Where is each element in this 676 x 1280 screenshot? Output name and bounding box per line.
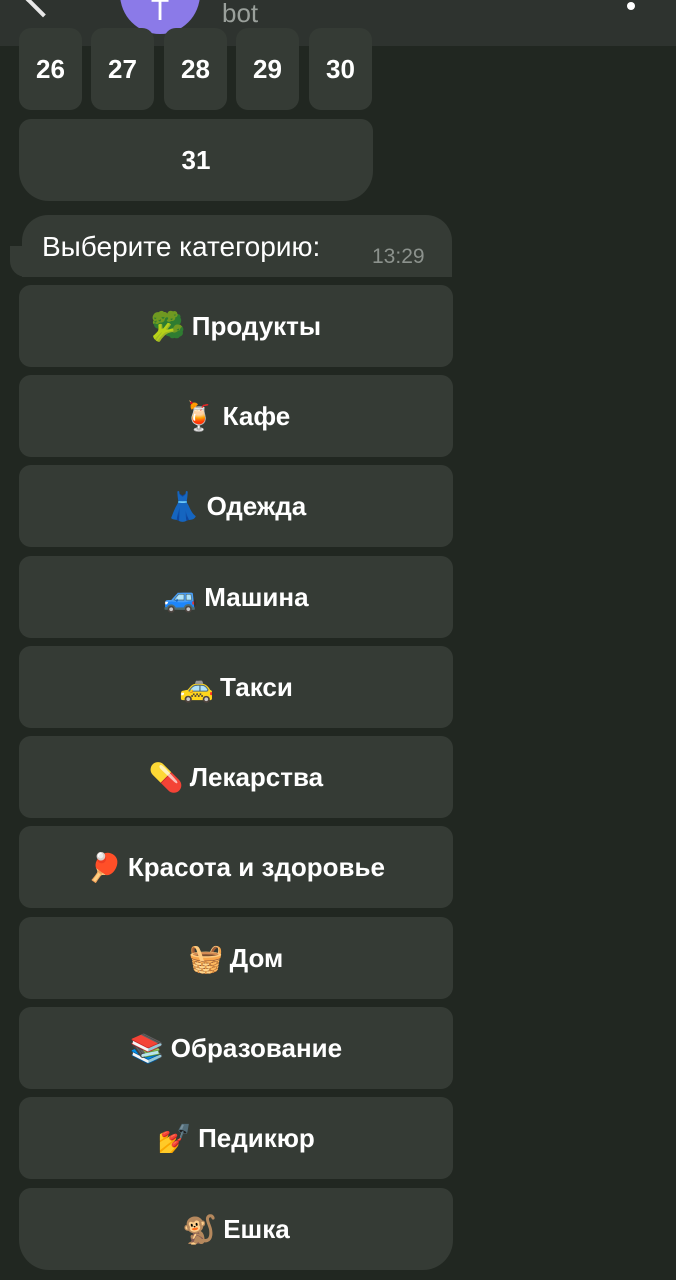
basket-icon: 🧺 <box>188 942 224 974</box>
category-label: Продукты <box>191 310 322 341</box>
books-icon: 📚 <box>129 1032 165 1064</box>
category-button-lekarstva[interactable]: 💊 Лекарства <box>19 736 453 818</box>
day-label: 31 <box>181 144 211 175</box>
category-button-obrazovanie[interactable]: 📚 Образование <box>19 1007 453 1089</box>
day-button-29[interactable]: 29 <box>236 28 299 110</box>
day-button-31[interactable]: 31 <box>19 119 373 201</box>
category-label: Такси <box>220 671 293 702</box>
day-label: 26 <box>36 53 65 84</box>
category-label: Образование <box>170 1032 343 1063</box>
day-button-26[interactable]: 26 <box>19 28 82 110</box>
category-label: Кафе <box>222 400 291 431</box>
day-button-27[interactable]: 27 <box>91 28 154 110</box>
category-button-pedikyur[interactable]: 💅 Педикюр <box>19 1097 453 1179</box>
back-arrow-icon[interactable] <box>24 0 62 18</box>
dress-icon: 👗 <box>165 490 201 522</box>
broccoli-icon: 🥦 <box>150 310 186 342</box>
chat-subtitle: bot <box>222 0 259 28</box>
message-time: 13:29 <box>372 245 425 268</box>
category-label: Лекарства <box>189 761 324 792</box>
category-button-eshka[interactable]: 🐒 Ешка <box>19 1188 453 1270</box>
category-button-krasota[interactable]: 🏓 Красота и здоровье <box>19 826 453 908</box>
day-label: 29 <box>253 53 282 84</box>
monkey-icon: 🐒 <box>182 1213 218 1245</box>
day-label: 27 <box>108 53 137 84</box>
day-button-30[interactable]: 30 <box>309 28 372 110</box>
taxi-icon: 🚕 <box>179 671 215 703</box>
category-button-produkty[interactable]: 🥦 Продукты <box>19 285 453 367</box>
car-icon: 🚙 <box>163 581 199 613</box>
category-label: Одежда <box>206 490 307 521</box>
ping-pong-icon: 🏓 <box>87 851 122 883</box>
category-button-dom[interactable]: 🧺 Дом <box>19 917 453 999</box>
category-label: Машина <box>204 581 309 612</box>
day-button-28[interactable]: 28 <box>164 28 227 110</box>
category-label: Дом <box>229 942 284 973</box>
category-button-odezhda[interactable]: 👗 Одежда <box>19 465 453 547</box>
avatar-letter: Т <box>150 0 170 27</box>
message-bubble: Выберите категорию: 13:29 <box>22 215 452 277</box>
day-label: 30 <box>326 53 355 84</box>
day-label: 28 <box>181 53 210 84</box>
category-label: Красота и здоровье <box>127 851 385 882</box>
more-menu-icon[interactable] <box>627 2 635 10</box>
message-text: Выберите категорию: <box>42 231 321 262</box>
category-button-kafe[interactable]: 🍹 Кафе <box>19 375 453 457</box>
category-button-taksi[interactable]: 🚕 Такси <box>19 646 453 728</box>
nail-polish-icon: 💅 <box>157 1122 193 1154</box>
pill-icon: 💊 <box>148 761 184 793</box>
tropical-drink-icon: 🍹 <box>181 400 217 432</box>
category-label: Педикюр <box>198 1122 315 1153</box>
category-button-mashina[interactable]: 🚙 Машина <box>19 556 453 638</box>
category-label: Ешка <box>223 1213 290 1244</box>
